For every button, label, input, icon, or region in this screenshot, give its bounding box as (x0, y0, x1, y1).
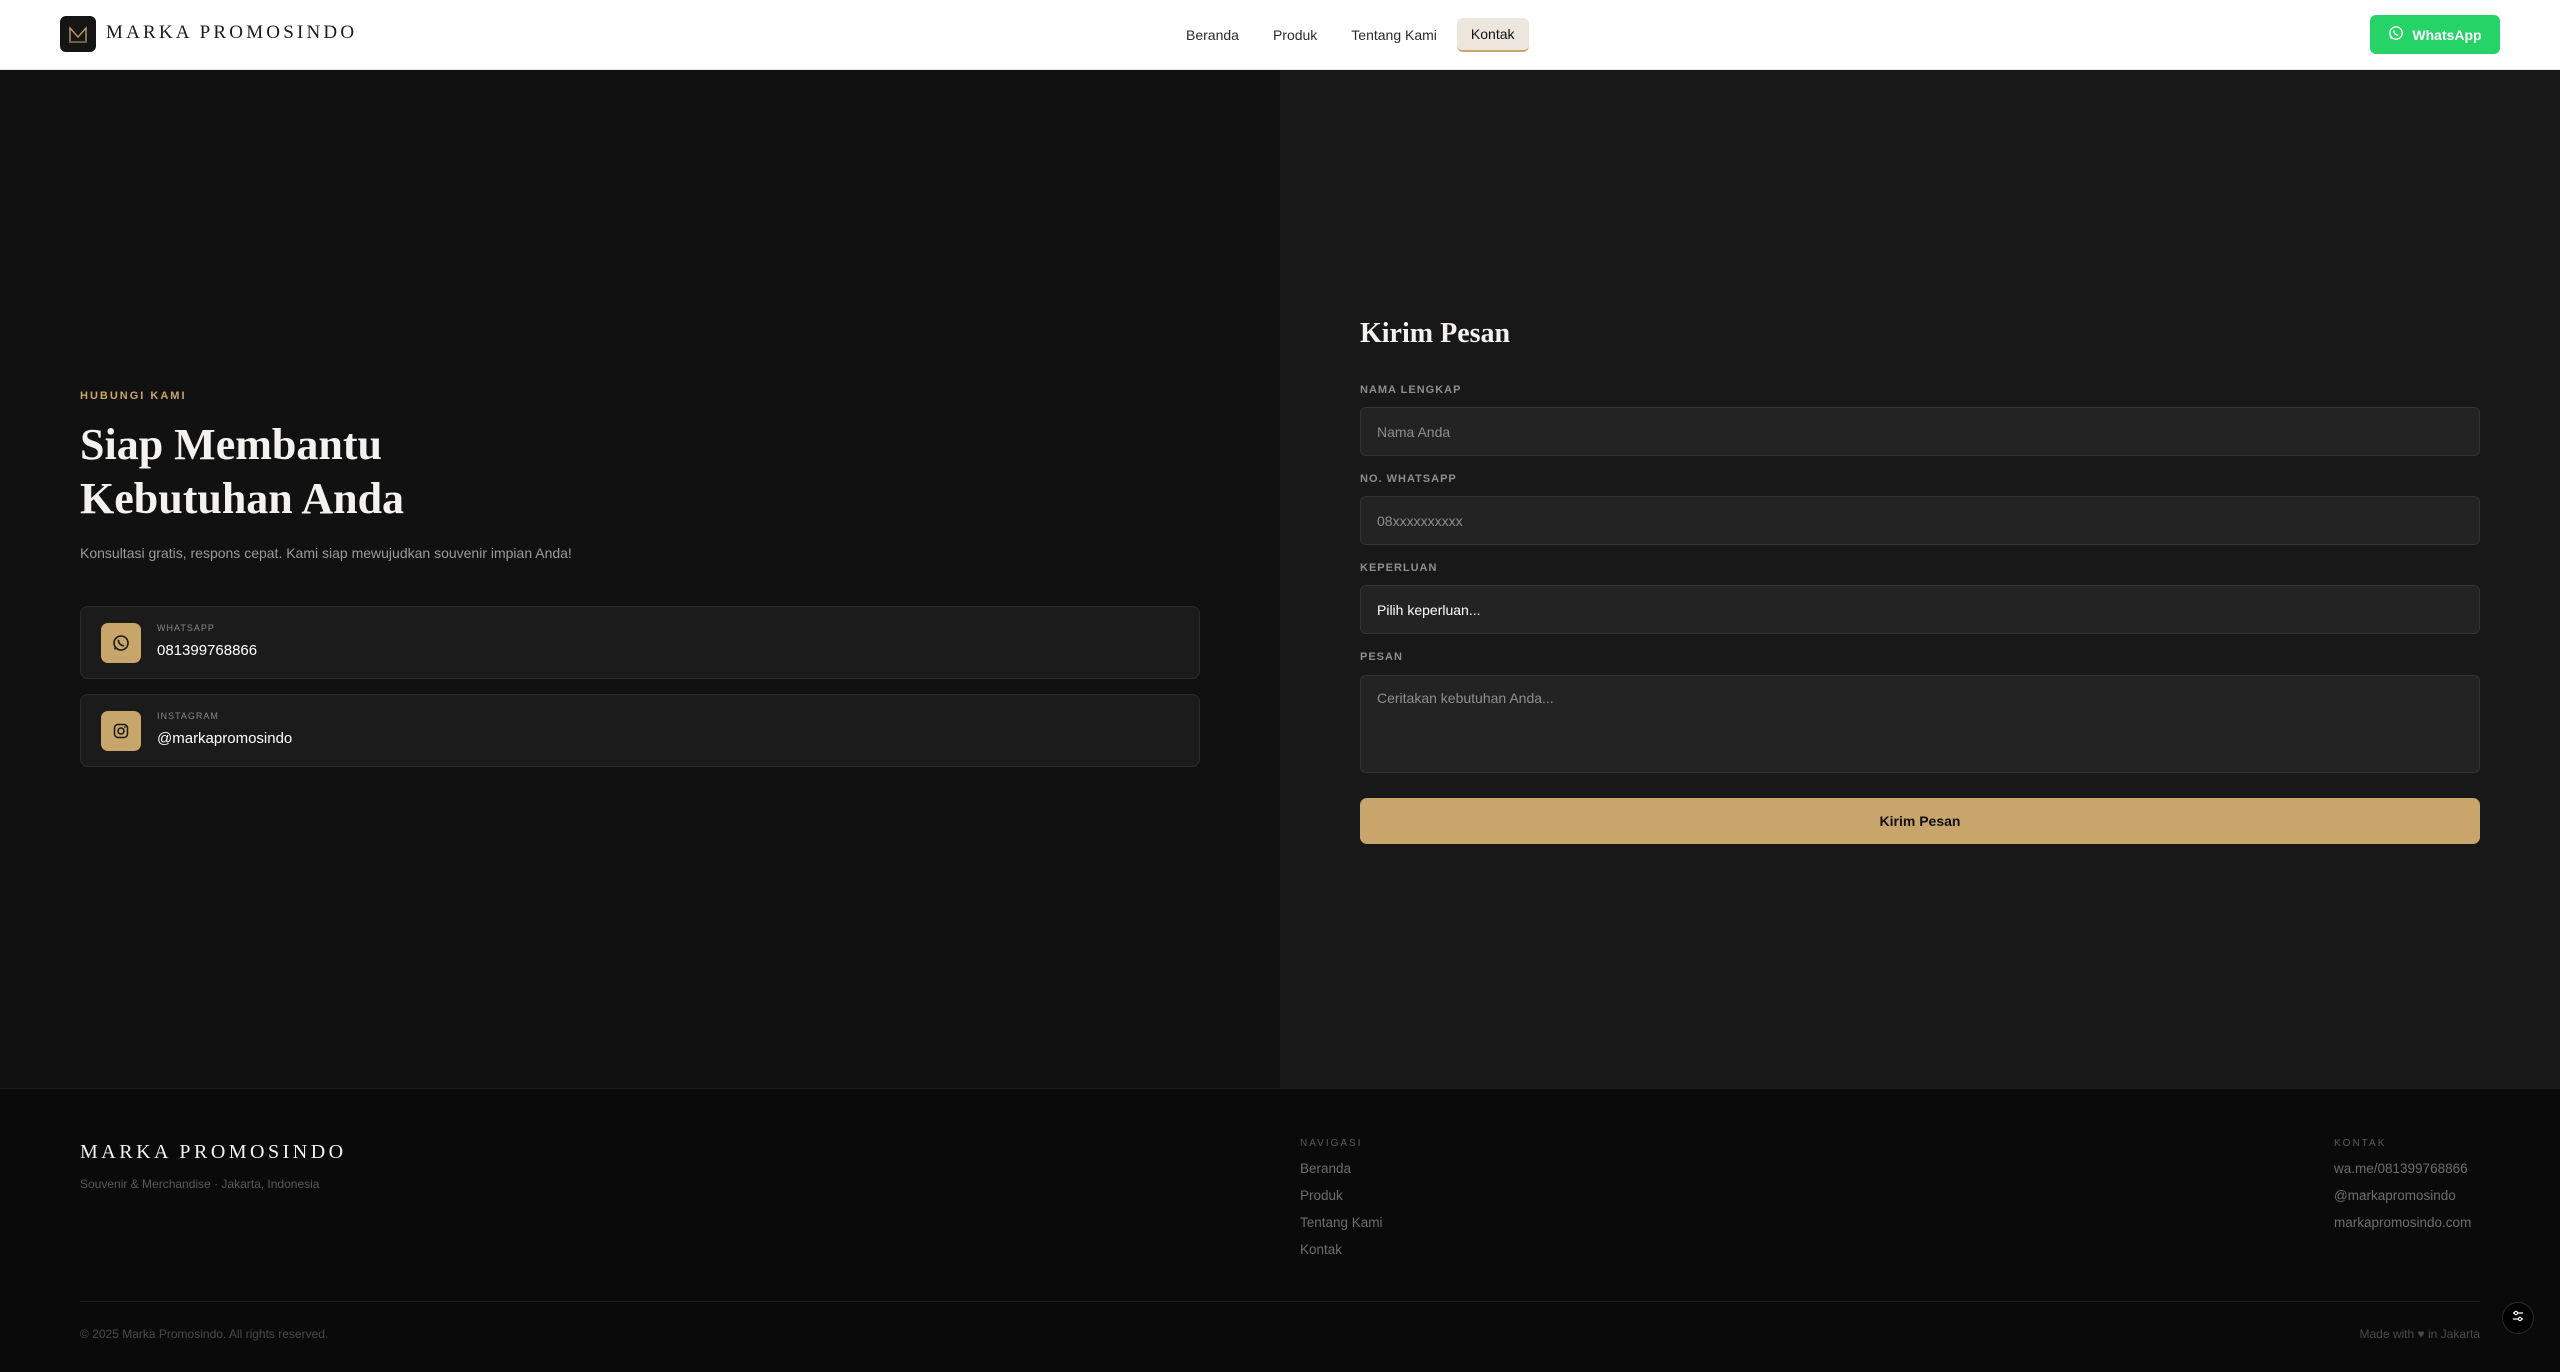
message-textarea[interactable] (1360, 675, 2480, 773)
phone-label: NO. WHATSAPP (1360, 473, 1457, 485)
purpose-label: KEPERLUAN (1360, 562, 1438, 574)
footer-link-website[interactable]: markapromosindo.com (2334, 1215, 2471, 1230)
contact-label: INSTAGRAM (157, 711, 219, 721)
nav-item-produk[interactable]: Produk (1259, 18, 1331, 52)
footer-link-instagram[interactable]: @markapromosindo (2334, 1188, 2456, 1203)
nav-item-kontak[interactable]: Kontak (1456, 18, 1529, 52)
sliders-icon (2511, 1309, 2525, 1328)
main-nav: Beranda Produk Tentang Kami Kontak (1172, 18, 1529, 52)
whatsapp-icon (2388, 25, 2404, 44)
whatsapp-button[interactable]: WhatsApp (2370, 15, 2500, 54)
contact-form-section (1280, 70, 2560, 1088)
contact-info-section (0, 70, 1280, 1088)
title-line-1: Siap Membantu (80, 420, 382, 469)
footer-divider (80, 1301, 2480, 1302)
footer-link-whatsapp[interactable]: wa.me/081399768866 (2334, 1161, 2468, 1176)
message-label: PESAN (1360, 651, 1403, 663)
title-line-2: Kebutuhan Anda (80, 474, 405, 523)
footer-contact-title: KONTAK (2334, 1138, 2387, 1149)
site-header: MARKA PROMOSINDO Beranda Produk Tentang … (0, 0, 2560, 70)
footer-tagline: Souvenir & Merchandise · Jakarta, Indone… (80, 1177, 320, 1191)
site-footer: MARKA PROMOSINDO Souvenir & Merchandise … (0, 1088, 2560, 1372)
footer-link-tentang-kami[interactable]: Tentang Kami (1300, 1215, 1383, 1230)
name-input[interactable] (1360, 407, 2480, 456)
logo-icon[interactable] (60, 16, 96, 52)
nav-item-beranda[interactable]: Beranda (1172, 18, 1253, 52)
whatsapp-icon (101, 623, 141, 663)
footer-nav-title: NAVIGASI (1300, 1138, 1363, 1149)
phone-input[interactable] (1360, 496, 2480, 545)
purpose-select[interactable]: Pilih keperluan... (1360, 585, 2480, 634)
footer-brand: MARKA PROMOSINDO (80, 1141, 347, 1163)
page-title: Siap Membantu Kebutuhan Anda (80, 418, 404, 526)
name-label: NAMA LENGKAP (1360, 384, 1462, 396)
logo-text[interactable]: MARKA PROMOSINDO (106, 22, 357, 44)
settings-toggle-button[interactable] (2502, 1302, 2534, 1334)
hero-subtitle: Konsultasi gratis, respons cepat. Kami s… (80, 545, 572, 561)
nav-item-tentang-kami[interactable]: Tentang Kami (1337, 18, 1451, 52)
footer-made-with: Made with ♥ in Jakarta (2359, 1327, 2480, 1341)
footer-link-beranda[interactable]: Beranda (1300, 1161, 1351, 1176)
form-title: Kirim Pesan (1360, 318, 1511, 349)
whatsapp-button-label: WhatsApp (2412, 26, 2482, 43)
contact-card-instagram[interactable]: INSTAGRAM @markapromosindo (80, 694, 1200, 767)
contact-card-whatsapp[interactable]: WHATSAPP 081399768866 (80, 606, 1200, 679)
submit-button[interactable]: Kirim Pesan (1360, 798, 2480, 844)
contact-value: 081399768866 (157, 642, 258, 659)
contact-label: WHATSAPP (157, 623, 215, 633)
footer-link-kontak[interactable]: Kontak (1300, 1242, 1342, 1257)
footer-link-produk[interactable]: Produk (1300, 1188, 1343, 1203)
instagram-icon (101, 711, 141, 751)
footer-copyright: © 2025 Marka Promosindo. All rights rese… (80, 1327, 329, 1341)
contact-value: @markapromosindo (157, 730, 293, 747)
section-eyebrow: HUBUNGI KAMI (80, 390, 187, 402)
